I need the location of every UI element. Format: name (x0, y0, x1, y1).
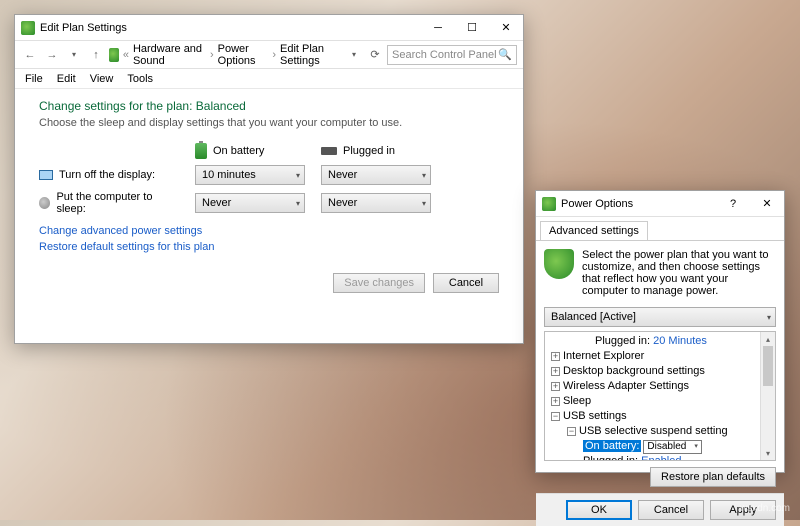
minimize-button[interactable]: ─ (421, 15, 455, 40)
battery-icon (195, 143, 207, 159)
tab-advanced[interactable]: Advanced settings (540, 221, 648, 240)
plug-icon (321, 147, 337, 155)
crumb-hardware[interactable]: Hardware and Sound (133, 43, 206, 67)
tree-ie[interactable]: Internet Explorer (563, 350, 644, 362)
window-title: Edit Plan Settings (40, 22, 421, 34)
sleep-plugged-select[interactable]: Never▾ (321, 193, 431, 213)
up-button[interactable]: ↑ (87, 46, 105, 64)
crumb-power[interactable]: Power Options (218, 43, 269, 67)
menu-edit[interactable]: Edit (51, 71, 82, 87)
power-icon (21, 21, 35, 35)
menu-tools[interactable]: Tools (121, 71, 159, 87)
chevron-down-icon: ▾ (694, 439, 698, 454)
menu-file[interactable]: File (19, 71, 49, 87)
onbattery-value-select[interactable]: Disabled▾ (643, 440, 701, 454)
row-sleep-label: Put the computer to sleep: (56, 191, 179, 215)
shield-icon (544, 249, 574, 279)
crumb-editplan[interactable]: Edit Plan Settings (280, 43, 341, 67)
advanced-settings-link[interactable]: Change advanced power settings (39, 225, 499, 237)
titlebar[interactable]: Power Options ? ✕ (536, 191, 784, 217)
expand-icon[interactable]: + (551, 382, 560, 391)
info-text: Select the power plan that you want to c… (536, 241, 784, 305)
search-input[interactable]: Search Control Panel 🔍 (387, 45, 517, 65)
recent-dropdown-icon[interactable]: ▾ (65, 46, 83, 64)
forward-button[interactable]: → (43, 46, 61, 64)
restore-defaults-button[interactable]: Restore plan defaults (650, 467, 776, 487)
breadcrumb[interactable]: « Hardware and Sound › Power Options › E… (109, 43, 341, 67)
col-plugged-in: Plugged in (343, 145, 395, 157)
scroll-up-icon[interactable]: ▴ (761, 332, 775, 346)
tree-wifi[interactable]: Wireless Adapter Settings (563, 380, 689, 392)
tree-pluggedin-label: Plugged in: (595, 335, 650, 347)
chevron-down-icon: ▾ (422, 171, 426, 180)
plan-select[interactable]: Balanced [Active]▾ (544, 307, 776, 327)
titlebar[interactable]: Edit Plan Settings ─ ☐ ✕ (15, 15, 523, 41)
collapse-icon[interactable]: − (567, 427, 576, 436)
close-button[interactable]: ✕ (750, 191, 784, 216)
crumb-dropdown-icon[interactable]: ▾ (345, 46, 363, 64)
tree-plugged2-label: Plugged in: (583, 455, 638, 461)
tree-usb[interactable]: USB settings (563, 410, 627, 422)
ok-button[interactable]: OK (566, 500, 632, 520)
menu-view[interactable]: View (84, 71, 120, 87)
scroll-down-icon[interactable]: ▾ (761, 446, 775, 460)
restore-defaults-link[interactable]: Restore default settings for this plan (39, 241, 499, 253)
display-plugged-select[interactable]: Never▾ (321, 165, 431, 185)
expand-icon[interactable]: + (551, 397, 560, 406)
col-on-battery: On battery (213, 145, 264, 157)
control-panel-icon (109, 48, 119, 62)
chevron-down-icon: ▾ (422, 199, 426, 208)
save-button[interactable]: Save changes (333, 273, 425, 293)
tree-plugged2-value[interactable]: Enabled (641, 455, 681, 461)
display-battery-select[interactable]: 10 minutes▾ (195, 165, 305, 185)
cancel-button[interactable]: Cancel (433, 273, 499, 293)
search-icon: 🔍 (498, 48, 512, 61)
help-button[interactable]: ? (716, 191, 750, 216)
tree-usb-selective[interactable]: USB selective suspend setting (579, 425, 728, 437)
maximize-button[interactable]: ☐ (455, 15, 489, 40)
display-icon (39, 170, 53, 180)
cancel-button[interactable]: Cancel (638, 500, 704, 520)
tree-pluggedin-value[interactable]: 20 Minutes (653, 335, 707, 347)
page-title: Change settings for the plan: Balanced (39, 99, 499, 113)
chevron-down-icon: ▾ (296, 171, 300, 180)
search-placeholder: Search Control Panel (392, 49, 497, 61)
tree-sleep[interactable]: Sleep (563, 395, 591, 407)
power-icon (542, 197, 556, 211)
expand-icon[interactable]: + (551, 367, 560, 376)
tree-desktop[interactable]: Desktop background settings (563, 365, 705, 377)
close-button[interactable]: ✕ (489, 15, 523, 40)
scrollbar-thumb[interactable] (763, 346, 773, 386)
collapse-icon[interactable]: − (551, 412, 560, 421)
back-button[interactable]: ← (21, 46, 39, 64)
chevron-down-icon: ▾ (767, 313, 771, 322)
settings-tree: Plugged in: 20 Minutes +Internet Explore… (544, 331, 776, 461)
expand-icon[interactable]: + (551, 352, 560, 361)
watermark: wsxdn.com (740, 503, 790, 514)
tree-onbattery-label[interactable]: On battery: (583, 440, 641, 452)
sleep-battery-select[interactable]: Never▾ (195, 193, 305, 213)
chevron-down-icon: ▾ (296, 199, 300, 208)
window-title: Power Options (561, 198, 716, 210)
tree-scrollbar[interactable]: ▴ ▾ (760, 332, 775, 460)
edit-plan-window: Edit Plan Settings ─ ☐ ✕ ← → ▾ ↑ « Hardw… (14, 14, 524, 344)
sleep-icon (39, 197, 50, 209)
power-options-window: Power Options ? ✕ Advanced settings Sele… (535, 190, 785, 473)
menubar: File Edit View Tools (15, 69, 523, 89)
nav-toolbar: ← → ▾ ↑ « Hardware and Sound › Power Opt… (15, 41, 523, 69)
content-area: Change settings for the plan: Balanced C… (15, 89, 523, 303)
tab-strip: Advanced settings (536, 217, 784, 241)
refresh-button[interactable]: ⟳ (366, 46, 384, 64)
page-subtitle: Choose the sleep and display settings th… (39, 117, 499, 129)
row-display-label: Turn off the display: (59, 169, 155, 181)
